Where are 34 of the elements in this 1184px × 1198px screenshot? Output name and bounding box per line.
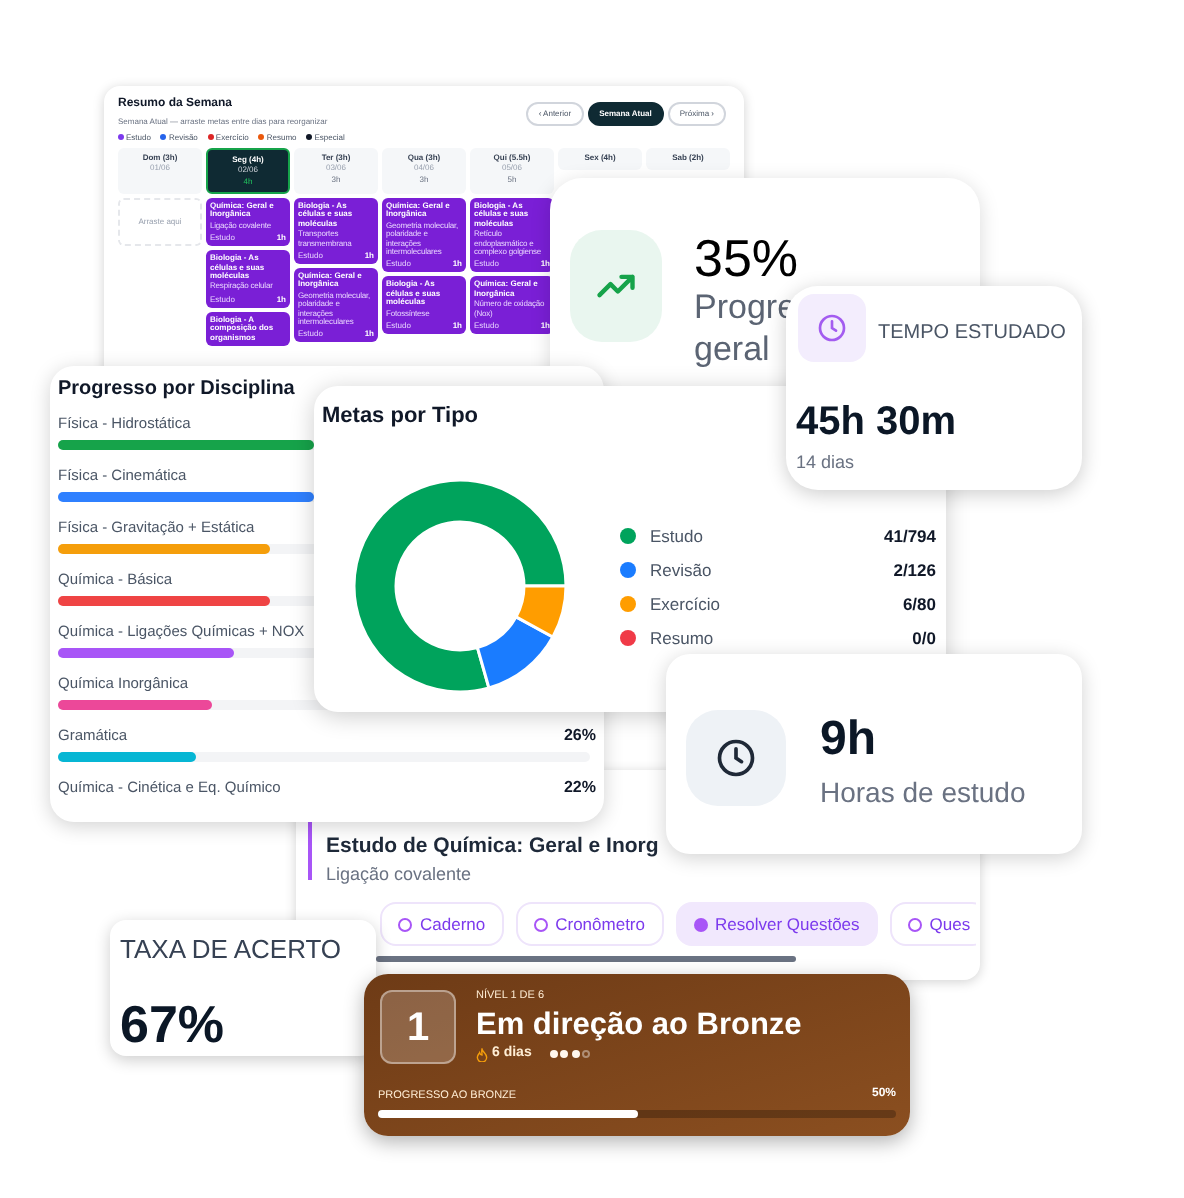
time-value: 45h 30m: [796, 398, 957, 448]
legend-label: Resumo: [650, 625, 716, 651]
accuracy-value: 67%: [120, 992, 225, 1058]
action-button[interactable]: Ques: [889, 902, 976, 946]
hours-value: 9h: [820, 710, 877, 770]
legend-value: 2/126: [893, 557, 936, 583]
action-button[interactable]: Caderno: [380, 902, 504, 946]
action-button[interactable]: Cronômetro: [515, 902, 663, 946]
accent-bar: [308, 820, 312, 880]
action-button[interactable]: Resolver Questões: [675, 902, 878, 946]
session-topic: Ligação covalente: [326, 862, 472, 888]
progress-value: 35%: [694, 230, 799, 286]
discipline-percent: 26%: [563, 726, 596, 746]
card-title: Progresso por Disciplina: [58, 378, 297, 402]
level-badge: 1: [380, 990, 456, 1064]
legend-value: 0/0: [912, 625, 936, 651]
clock-icon: [714, 736, 758, 780]
scrollbar-thumb[interactable]: [376, 956, 796, 962]
legend-label: Exercício: [650, 591, 722, 617]
discipline-percent: 22%: [563, 778, 596, 798]
legend-value: 6/80: [902, 591, 936, 617]
progress-label: geral: [694, 330, 772, 370]
card-title: TAXA DE ACERTO: [120, 932, 342, 968]
legend-label: Revisão: [650, 557, 714, 583]
clock-icon: [816, 312, 848, 344]
hours-label: Horas de estudo: [820, 774, 1026, 812]
level-title: Em direção ao Bronze: [476, 1006, 802, 1045]
card-title: Metas por Tipo: [322, 402, 479, 432]
time-caption: 14 dias: [796, 450, 855, 476]
session-title: Estudo de Química: Geral e Inorg: [326, 832, 659, 862]
card-title: TEMPO ESTUDADO: [878, 320, 1066, 348]
legend-label: Estudo: [650, 523, 705, 549]
legend-value: 41/794: [884, 523, 936, 549]
flame-icon: [476, 1047, 488, 1062]
